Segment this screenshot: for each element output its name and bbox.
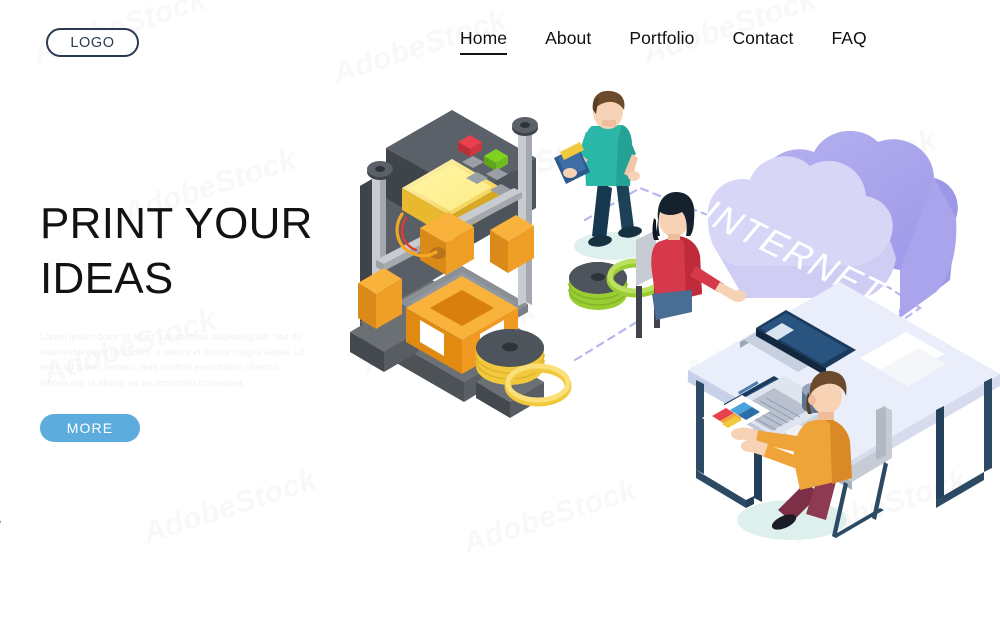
- logo-label: LOGO: [70, 34, 115, 51]
- nav-item-contact[interactable]: Contact: [732, 28, 793, 54]
- hero-description: Lorem ipsum dolor sit amet, consectetur …: [40, 330, 305, 388]
- stock-watermark-tile: AdobeStock: [139, 463, 321, 551]
- person-standing-technician: [554, 90, 650, 260]
- main-navigation: Home About Portfolio Contact FAQ: [460, 28, 867, 55]
- nav-item-about[interactable]: About: [545, 28, 591, 54]
- hero-section: PRINT YOUR IDEAS Lorem ipsum dolor sit a…: [40, 196, 340, 442]
- logo-button[interactable]: LOGO: [46, 28, 139, 57]
- nav-item-faq[interactable]: FAQ: [831, 28, 866, 54]
- isometric-illustration: Isometric 3D printer, filament spools, s…: [340, 70, 1000, 570]
- more-button[interactable]: MORE: [40, 413, 140, 442]
- nav-item-portfolio[interactable]: Portfolio: [629, 28, 694, 54]
- landing-page: AdobeStock AdobeStock AdobeStock AdobeSt…: [0, 0, 1000, 640]
- nav-item-home[interactable]: Home: [460, 28, 508, 55]
- site-header: LOGO Home About Portfolio Contact FAQ: [0, 0, 1000, 80]
- page-title: PRINT YOUR IDEAS: [40, 199, 313, 304]
- adobe-stock-watermark: Adobe Stock | #310348766: [0, 421, 2, 632]
